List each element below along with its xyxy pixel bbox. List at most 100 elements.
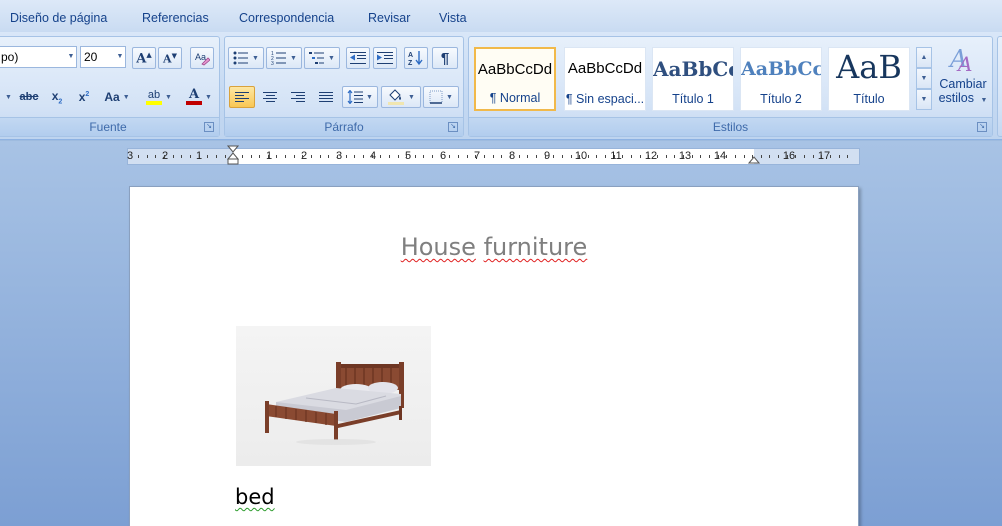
show-formatting-button[interactable]: ¶ [432,47,458,69]
styles-scroll-up-icon[interactable]: ▲ [916,47,932,68]
borders-button[interactable]: ▼ [423,86,459,108]
ruler-tick [276,155,278,158]
ruler-tick [380,155,382,158]
ruler-tick [362,155,364,158]
ruler-tick [241,155,243,158]
increase-indent-icon [377,52,393,64]
svg-text:Aa: Aa [195,52,206,62]
font-options-dropdown[interactable]: ▼ [0,86,15,108]
shrink-font-icon: A▼ [163,50,177,66]
align-center-button[interactable] [257,86,283,108]
bullets-button[interactable]: ▼ [228,47,264,69]
ribbon-tab-bar: Diseño de página Referencias Corresponde… [0,0,1002,32]
align-right-button[interactable] [285,86,311,108]
style-tile-title[interactable]: AaB Título [828,47,910,111]
ruler-tick [198,155,200,158]
font-color-button[interactable]: A ▼ [181,86,217,108]
multilevel-list-button[interactable]: ▼ [304,47,340,69]
ruler-indent-marker-icon[interactable] [227,145,239,165]
borders-icon [429,90,443,104]
tab-page-layout[interactable]: Diseño de página [10,11,107,25]
font-size-dropdown-icon[interactable]: ▼ [115,47,125,67]
document-title-word2: furniture [483,233,588,261]
style-name-title: Título [853,92,885,106]
shading-button[interactable]: ▼ [381,86,421,108]
shrink-font-button[interactable]: A▼ [158,47,182,69]
ruler-tick [838,155,840,158]
tab-mailings[interactable]: Correspondencia [239,11,334,25]
decrease-indent-button[interactable] [346,47,370,69]
font-group-label: Fuente [0,117,219,136]
styles-dialog-launcher-icon[interactable]: ↘ [977,122,987,132]
next-group-edge [997,36,1002,137]
grow-font-button[interactable]: A▲ [132,47,156,69]
style-tile-normal[interactable]: AaBbCcDd ¶ Normal [474,47,556,111]
subscript-button[interactable]: x2 [45,86,69,108]
ruler-tick [285,155,287,158]
increase-indent-button[interactable] [373,47,397,69]
document-title[interactable]: House furniture [130,233,858,261]
ruler-tick [682,155,684,158]
ruler-tick [328,155,330,158]
font-name-field[interactable]: po) ▼ [0,46,77,68]
ruler-tick [207,155,209,158]
clear-formatting-icon: Aa [195,52,210,66]
sort-button[interactable]: A Z [404,47,428,69]
numbering-button[interactable]: 1 2 3 ▼ [266,47,302,69]
document-page[interactable]: House furniture bed [129,186,859,526]
ruler-tick [501,155,503,158]
ruler-tick [458,155,459,158]
ruler-tick [181,155,183,158]
style-tile-heading2[interactable]: AaBbCc Título 2 [740,47,822,111]
font-size-field[interactable]: 20 ▼ [80,46,126,68]
ruler-tick [717,155,719,158]
ruler-tick [293,155,295,158]
font-dialog-launcher-icon[interactable]: ↘ [204,122,214,132]
ruler-tick [163,155,165,158]
font-name-dropdown-icon[interactable]: ▼ [66,47,76,67]
tab-references[interactable]: Referencias [142,11,209,25]
horizontal-ruler[interactable]: 32112345678910111213141617 [127,145,860,165]
ruler-tick [311,155,312,158]
styles-scroll-down-icon[interactable]: ▼ [916,68,932,89]
tab-view[interactable]: Vista [439,11,467,25]
align-right-icon [291,92,305,102]
multilevel-list-icon [309,52,325,64]
paint-bucket-icon [388,89,405,105]
ruler-tick [786,155,788,158]
tab-review[interactable]: Revisar [368,11,410,25]
font-color-bar [186,101,203,105]
highlight-color-button[interactable]: ab ▼ [139,86,179,108]
ruler-right-indent-marker-icon[interactable] [748,151,760,164]
ruler-number: 13 [678,150,692,162]
image-caption[interactable]: bed [235,485,275,509]
justify-button[interactable] [313,86,339,108]
align-left-icon [235,92,249,102]
change-case-button[interactable]: Aa ▼ [100,86,134,108]
line-spacing-button[interactable]: ▼ [342,86,378,108]
ruler-number: 10 [574,150,588,162]
document-title-word1: House [400,233,476,261]
style-tile-heading1[interactable]: AaBbCc Título 1 [652,47,734,111]
bed-image[interactable] [236,326,431,466]
ruler-tick [345,155,347,158]
change-styles-button[interactable]: A A Cambiar estilos ▼ [937,43,989,115]
ruler-tick [138,155,139,158]
ruler-tick [570,155,572,158]
ruler-tick [587,155,589,158]
ruler-tick [337,155,338,158]
numbering-icon: 1 2 3 [271,51,287,65]
strikethrough-button[interactable]: abc [17,86,41,108]
style-tile-no-spacing[interactable]: AaBbCcDd ¶ Sin espaci... [564,47,646,111]
ruler-tick [432,155,434,158]
paragraph-dialog-launcher-icon[interactable]: ↘ [448,122,458,132]
change-styles-dropdown-icon: ▼ [980,97,988,104]
clear-formatting-button[interactable]: Aa [190,47,214,69]
superscript-button[interactable]: x2 [72,86,96,108]
styles-group: AaBbCcDd ¶ Normal AaBbCcDd ¶ Sin espaci.… [468,36,993,137]
ruler-tick [518,155,520,158]
styles-more-icon[interactable]: ▼ [916,89,932,110]
styles-gallery-scroll: ▲ ▼ ▼ [916,47,932,111]
align-left-button[interactable] [229,86,255,108]
style-name-heading2: Título 2 [760,92,802,106]
